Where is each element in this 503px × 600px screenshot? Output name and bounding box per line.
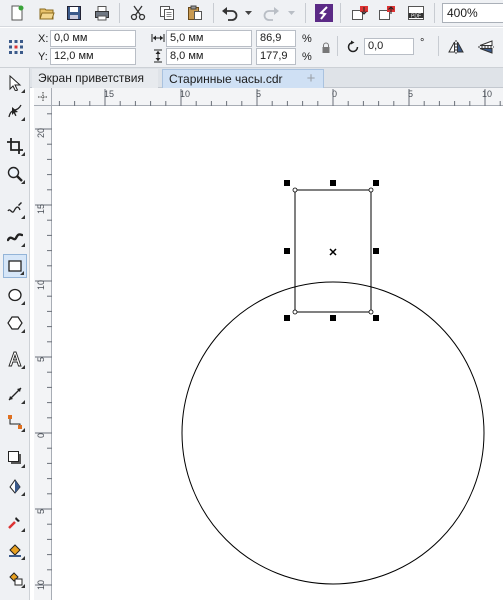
height-field[interactable]: 8,0 мм [166, 48, 252, 65]
mirror-horizontal-icon[interactable] [448, 40, 464, 57]
export-icon[interactable] [376, 2, 398, 24]
corel-connect-icon[interactable] [313, 2, 335, 24]
shape-tool-icon[interactable] [3, 99, 27, 123]
copy-icon[interactable] [156, 2, 178, 24]
redo-icon[interactable] [260, 2, 282, 24]
ruler-label: 10 [36, 279, 46, 290]
save-icon[interactable] [63, 2, 85, 24]
undo-dropdown-icon[interactable] [244, 9, 252, 17]
connector-tool-icon[interactable] [3, 410, 27, 434]
freehand-tool-icon[interactable] [3, 197, 27, 221]
width-icon [151, 33, 165, 46]
property-bar: X: 0,0 мм Y: 12,0 мм 5,0 мм 8,0 мм 86,9 … [0, 28, 503, 68]
crop-tool-icon[interactable] [3, 134, 27, 158]
toolbar-separator [340, 3, 341, 23]
degree-symbol: ° [420, 37, 425, 49]
transparency-tool-icon[interactable] [3, 474, 27, 498]
vertical-ruler[interactable]: 20 15 10 5 0 5 10 [34, 106, 52, 600]
drop-shadow-tool-icon[interactable] [3, 446, 27, 470]
ellipse-tool-icon[interactable] [3, 283, 27, 307]
ruler-label: 15 [104, 89, 115, 99]
scale-width-percent: % [302, 33, 312, 45]
circle-shape[interactable] [181, 281, 485, 585]
ruler-label: 10 [482, 89, 493, 99]
y-position-field[interactable]: 12,0 мм [50, 48, 136, 65]
propbar-separator [337, 36, 338, 56]
drawing-canvas[interactable] [52, 106, 503, 600]
rotation-icon [346, 40, 360, 57]
parallel-dimension-tool-icon[interactable] [3, 382, 27, 406]
cut-icon[interactable] [127, 2, 149, 24]
new-icon[interactable] [6, 2, 28, 24]
print-icon[interactable] [91, 2, 113, 24]
toolbox [0, 68, 30, 600]
scale-height-percent: % [302, 51, 312, 63]
rectangle-tool-icon[interactable] [3, 254, 27, 278]
pick-tool-icon[interactable] [3, 71, 27, 95]
ruler-label: 10 [180, 89, 191, 99]
ruler-label: 20 [36, 127, 46, 138]
x-label: X: [38, 33, 49, 45]
rotation-angle-field[interactable]: 0,0 [364, 38, 414, 55]
ruler-label: 5 [408, 89, 414, 99]
zoom-tool-icon[interactable] [3, 162, 27, 186]
toolbar-separator [434, 3, 435, 23]
paste-icon[interactable] [184, 2, 206, 24]
ruler-origin-corner[interactable] [34, 88, 52, 106]
toolbar-separator [213, 3, 214, 23]
import-icon[interactable] [349, 2, 371, 24]
scale-height-field[interactable]: 177,9 [256, 48, 296, 65]
ruler-label: 5 [256, 89, 262, 99]
height-icon [153, 49, 163, 66]
polygon-tool-icon[interactable] [3, 311, 27, 335]
toolbar-separator [305, 3, 306, 23]
undo-icon[interactable] [219, 2, 241, 24]
x-position-field[interactable]: 0,0 мм [50, 30, 136, 47]
mirror-vertical-icon[interactable] [478, 40, 494, 57]
redo-dropdown-icon[interactable] [287, 9, 295, 17]
text-tool-icon[interactable] [3, 347, 27, 371]
standard-toolbar: PDF 400% [0, 0, 503, 27]
tab-document[interactable]: Старинные часы.cdr [162, 69, 324, 88]
document-tab-bar: Экран приветствия Старинные часы.cdr + [30, 68, 503, 88]
ruler-label: 0 [332, 89, 338, 99]
lock-ratio-icon[interactable] [321, 42, 331, 57]
center-marker-icon[interactable] [329, 248, 337, 256]
width-field[interactable]: 5,0 мм [166, 30, 252, 47]
ruler-label: 5 [36, 508, 46, 514]
interactive-fill-tool-icon[interactable] [3, 538, 27, 562]
origin-grid-icon[interactable] [8, 39, 24, 58]
publish-pdf-icon[interactable]: PDF [405, 2, 427, 24]
artistic-media-tool-icon[interactable] [3, 225, 27, 249]
new-tab-button[interactable]: + [302, 70, 320, 87]
ruler-label: 10 [36, 579, 46, 590]
open-icon[interactable] [36, 2, 58, 24]
propbar-separator [438, 36, 439, 56]
color-eyedropper-tool-icon[interactable] [3, 510, 27, 534]
zoom-level-input[interactable]: 400% [442, 3, 503, 23]
horizontal-ruler[interactable]: 15 10 5 0 5 10 [52, 88, 503, 106]
svg-text:PDF: PDF [411, 14, 421, 20]
y-label: Y: [38, 51, 48, 63]
tab-welcome-screen[interactable]: Экран приветствия [32, 69, 158, 88]
scale-width-field[interactable]: 86,9 [256, 30, 296, 47]
toolbar-separator [119, 3, 120, 23]
ruler-label: 5 [36, 356, 46, 362]
ruler-label: 15 [36, 203, 46, 214]
ruler-label: 0 [36, 432, 46, 438]
smart-fill-tool-icon[interactable] [3, 566, 27, 590]
